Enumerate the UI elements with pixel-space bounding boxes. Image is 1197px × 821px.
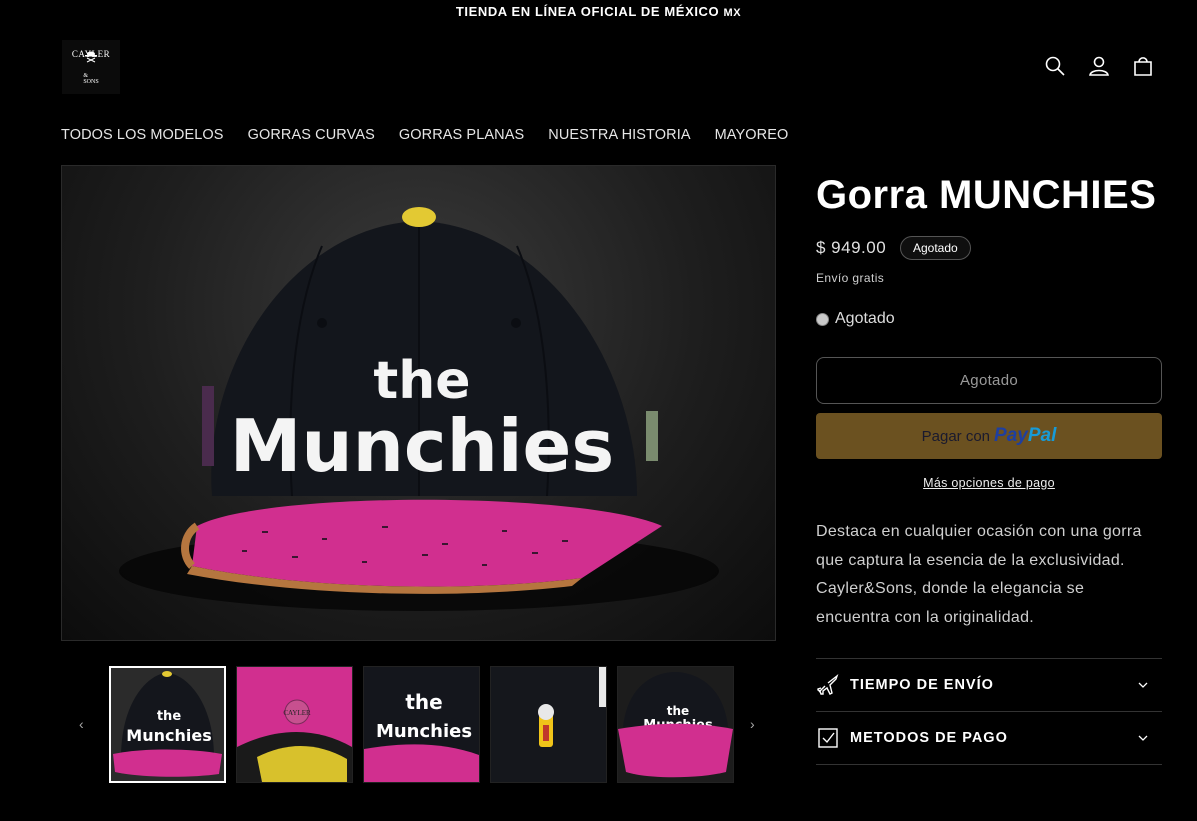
nav-item-planas[interactable]: GORRAS PLANAS	[399, 126, 524, 144]
svg-text:Munchies: Munchies	[126, 726, 211, 745]
gallery-prev-arrow[interactable]: ‹	[79, 716, 84, 732]
more-payment-options-link[interactable]: Más opciones de pago	[816, 476, 1162, 490]
cap-text-the: the	[373, 351, 470, 411]
brand-logo[interactable]: CAYLER &SONS	[62, 40, 120, 94]
plane-icon	[817, 674, 839, 696]
variant-option-radio[interactable]: Agotado	[816, 310, 895, 328]
logo-hat-icon	[85, 51, 97, 63]
thumbnail-3[interactable]: the Munchies	[363, 666, 480, 783]
shipping-note: Envío gratis	[816, 271, 885, 285]
accordion-label-shipping: TIEMPO DE ENVÍO	[850, 677, 994, 693]
main-nav: TODOS LOS MODELOS GORRAS CURVAS GORRAS P…	[61, 126, 812, 144]
cap-illustration: the Munchies	[119, 207, 719, 611]
svg-text:Munchies: Munchies	[376, 721, 472, 742]
nav-item-curvas[interactable]: GORRAS CURVAS	[248, 126, 375, 144]
product-description: Destaca en cualquier ocasión con una gor…	[816, 523, 1142, 626]
chevron-down-icon	[1138, 735, 1148, 741]
nav-item-todos[interactable]: TODOS LOS MODELOS	[61, 126, 224, 144]
variant-option-label: Agotado	[835, 310, 895, 327]
paypal-prefix: Pagar con	[921, 427, 991, 445]
svg-text:the: the	[405, 690, 442, 714]
announcement-text: TIENDA EN LÍNEA OFICIAL DE MÉXICO MX	[455, 4, 742, 19]
thumbnail-4[interactable]	[490, 666, 607, 783]
chevron-down-icon	[1138, 682, 1148, 688]
radio-dot-icon	[816, 312, 829, 326]
product-price: $ 949.00	[816, 238, 887, 257]
paypal-button[interactable]: Pagar con PayPal	[816, 413, 1162, 459]
product-title: Gorra MUNCHIES	[816, 173, 1157, 217]
gallery-next-arrow[interactable]: ›	[750, 716, 755, 732]
svg-text:the: the	[667, 704, 689, 718]
product-main-image[interactable]: the Munchies	[61, 165, 776, 641]
logo-line2: & SONS	[83, 73, 99, 85]
accordion-payment-methods[interactable]: METODOS DE PAGO	[816, 711, 1162, 764]
announcement-bar: TIENDA EN LÍNEA OFICIAL DE MÉXICO MX	[0, 0, 1197, 24]
svg-text:CAYLER: CAYLER	[283, 709, 311, 717]
svg-text:the: the	[157, 709, 181, 724]
cap-text-munchies: Munchies	[230, 404, 614, 488]
accordion-label-payment: METODOS DE PAGO	[850, 730, 1008, 746]
cart-icon[interactable]	[1131, 54, 1155, 78]
thumbnail-5[interactable]: the Munchies	[617, 666, 734, 783]
thumbnail-strip: the Munchies CAYLER the Munchies the	[109, 666, 734, 783]
sold-out-badge: Agotado	[900, 236, 971, 260]
nav-item-historia[interactable]: NUESTRA HISTORIA	[548, 126, 690, 144]
accordion-divider	[816, 764, 1162, 765]
search-icon[interactable]	[1043, 54, 1067, 78]
thumbnail-2[interactable]: CAYLER	[236, 666, 353, 783]
checkbox-icon	[817, 727, 839, 749]
paypal-logo-icon: PayPal	[994, 425, 1057, 446]
thumbnail-1[interactable]: the Munchies	[109, 666, 226, 783]
nav-item-mayoreo[interactable]: MAYOREO	[715, 126, 789, 144]
account-icon[interactable]	[1087, 54, 1111, 78]
accordion-shipping-time[interactable]: TIEMPO DE ENVÍO	[816, 658, 1162, 711]
add-to-cart-button[interactable]: Agotado	[816, 357, 1162, 404]
